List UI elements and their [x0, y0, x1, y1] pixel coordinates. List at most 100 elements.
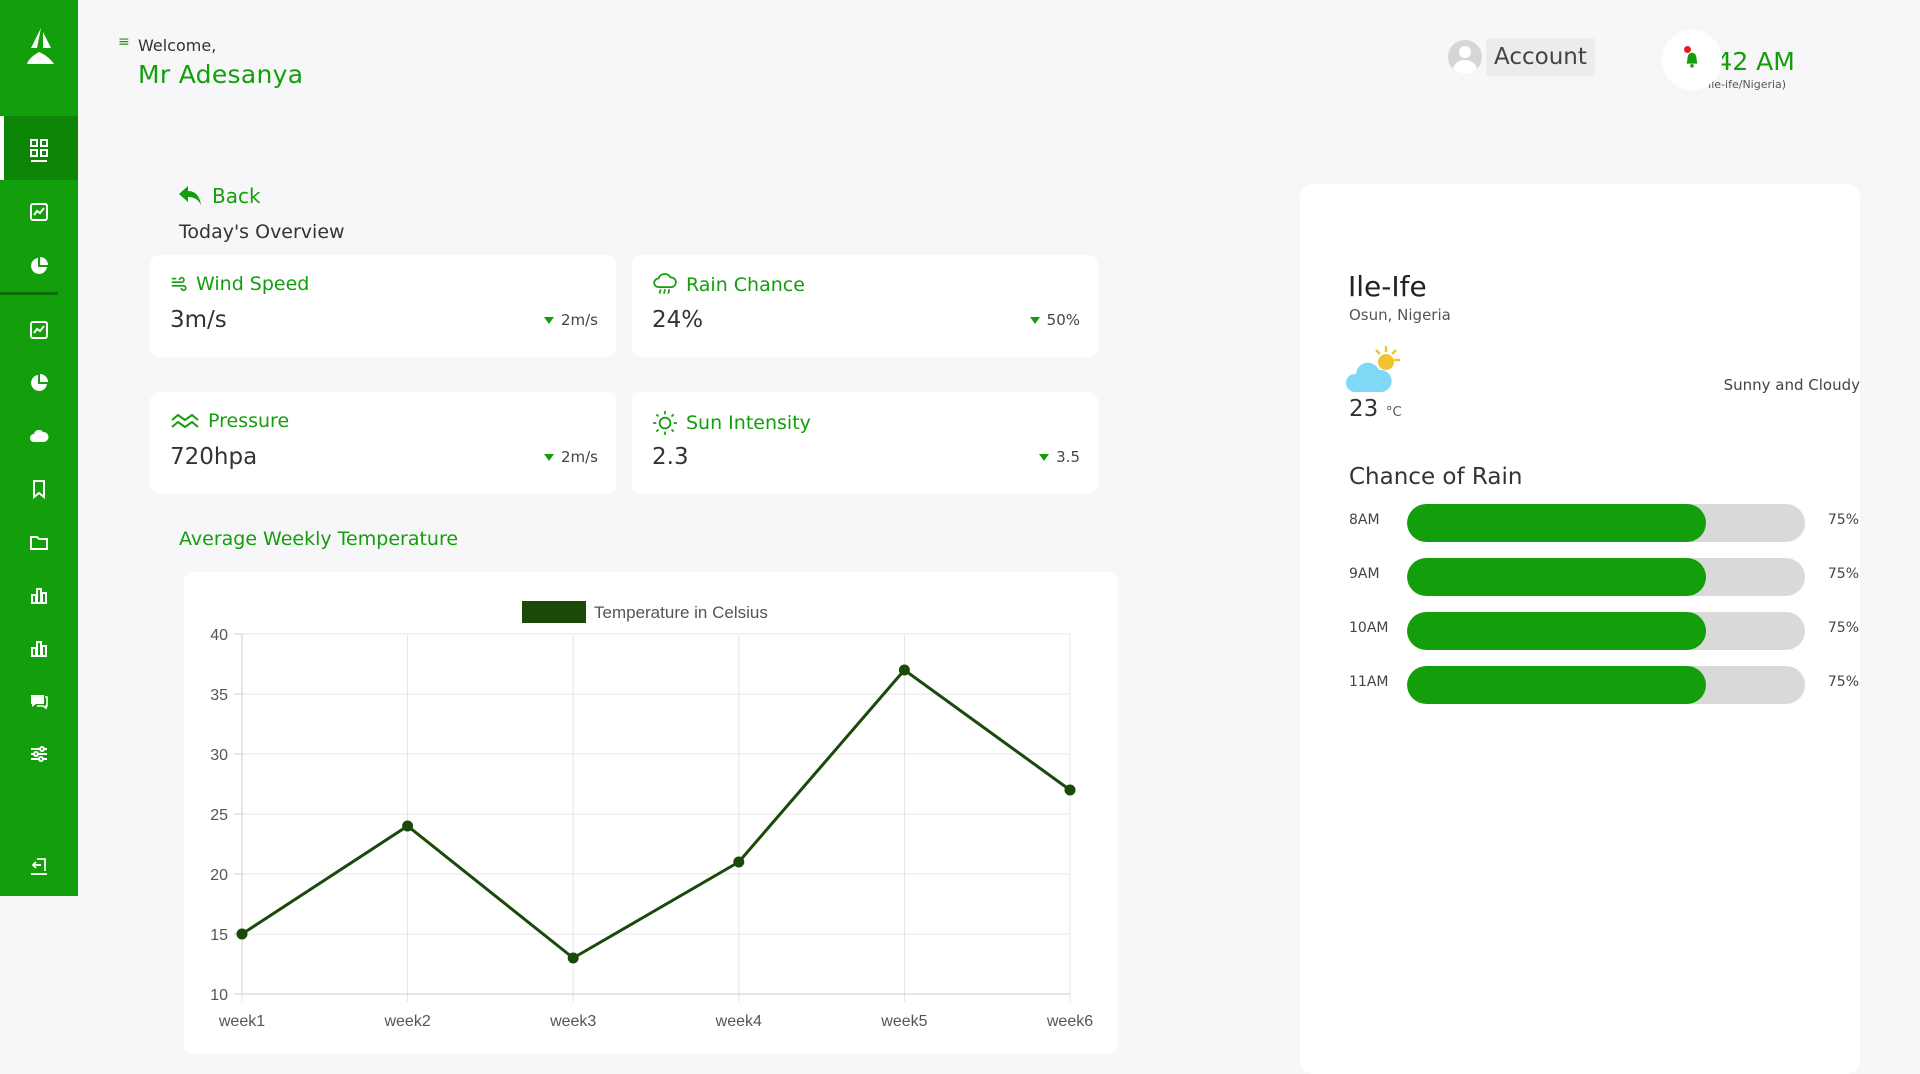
- wind-icon: [171, 276, 187, 292]
- back-button[interactable]: Back: [178, 184, 261, 208]
- sidebar-item-dashboard[interactable]: [0, 116, 78, 180]
- down-arrow-icon: [1029, 316, 1040, 324]
- wind-speed-card: Wind Speed 3m/s 2m/s: [150, 255, 616, 357]
- hamburger-menu-icon[interactable]: ≡: [118, 34, 130, 50]
- down-arrow-icon: [1039, 453, 1050, 461]
- chat-icon: [31, 695, 48, 710]
- data-point: [898, 664, 910, 676]
- card-value: 24%: [652, 307, 704, 333]
- rain-row: 11AM 75%: [1349, 664, 1859, 704]
- down-arrow-icon: [543, 453, 554, 461]
- chart-section-title: Average Weekly Temperature: [179, 528, 459, 550]
- data-point: [402, 820, 414, 832]
- city-name: Ile-Ife: [1348, 270, 1427, 303]
- account-label: Account: [1486, 38, 1595, 76]
- logout-icon: [31, 858, 47, 875]
- rain-row: 10AM 75%: [1349, 610, 1859, 650]
- sidebar-item-charts[interactable]: [0, 575, 78, 615]
- card-delta: 50%: [1029, 311, 1080, 329]
- avatar: [1448, 40, 1482, 74]
- sidebar-divider: [0, 292, 58, 295]
- sidebar-item-analytics[interactable]: [0, 192, 78, 232]
- rain-hour: 10AM: [1349, 620, 1389, 636]
- sidebar-item-trends[interactable]: [0, 310, 78, 350]
- y-tick-label: 35: [210, 687, 228, 704]
- down-arrow-icon: [543, 316, 554, 324]
- y-tick-label: 40: [210, 627, 228, 644]
- sidebar-item-weather[interactable]: [0, 416, 78, 456]
- legend-label: Temperature in Celsius: [594, 603, 768, 622]
- rain-progress-track: [1407, 666, 1805, 704]
- bookmark-icon: [33, 480, 45, 499]
- app-logo: [24, 26, 58, 68]
- rain-cloud-icon: [653, 273, 677, 294]
- overview-title: Today's Overview: [179, 221, 345, 243]
- rain-row: 8AM 75%: [1349, 502, 1859, 542]
- y-tick-label: 10: [210, 987, 228, 1004]
- bell-icon: [1686, 52, 1698, 68]
- rain-chance-card: Rain Chance 24% 50%: [632, 255, 1098, 357]
- card-title: Sun Intensity: [686, 412, 811, 434]
- rain-chance-title: Chance of Rain: [1349, 464, 1523, 490]
- region-name: Osun, Nigeria: [1349, 306, 1451, 324]
- card-delta: 2m/s: [543, 448, 598, 466]
- sun-cloud-icon: [1345, 342, 1406, 402]
- rain-percent: 75%: [1827, 674, 1859, 690]
- x-tick-label: week5: [880, 1013, 927, 1030]
- sidebar-item-settings[interactable]: [0, 734, 78, 774]
- pressure-card: Pressure 720hpa 2m/s: [150, 392, 616, 494]
- sidebar-item-reports[interactable]: [0, 246, 78, 286]
- y-tick-label: 30: [210, 747, 228, 764]
- location-weather-panel: Ile-Ife Osun, Nigeria 23 °C Sunny and Cl…: [1300, 184, 1860, 1074]
- sun-icon: [653, 411, 677, 435]
- clock-location: Ile-ife/Nigeria): [1708, 78, 1787, 91]
- notification-dot: [1684, 46, 1691, 53]
- line-chart-icon: [30, 203, 48, 221]
- rain-hour: 9AM: [1349, 566, 1380, 582]
- sliders-icon: [31, 746, 47, 762]
- weather-condition: Sunny and Cloudy: [1723, 376, 1860, 394]
- legend-swatch: [522, 601, 586, 623]
- sidebar-item-messages[interactable]: [0, 681, 78, 721]
- rain-progress-track: [1407, 558, 1805, 596]
- line-chart-icon: [30, 321, 48, 339]
- temperature-chart-card: 10 15 20 25 30 35 40 week1 week2 week3 week4 week5 w…: [184, 572, 1118, 1054]
- temperature-unit: °C: [1386, 405, 1402, 420]
- x-tick-label: week3: [549, 1013, 596, 1030]
- data-point: [1064, 784, 1076, 796]
- sidebar-item-logout[interactable]: [0, 846, 78, 886]
- user-name: Mr Adesanya: [138, 60, 304, 89]
- temperature-line-chart: 10 15 20 25 30 35 40 week1 week2 week3 week4 week5 w…: [210, 601, 1093, 1030]
- data-point: [236, 928, 248, 940]
- sidebar-item-files[interactable]: [0, 522, 78, 562]
- account-button[interactable]: Account: [1448, 38, 1595, 76]
- card-value: 2.3: [652, 444, 689, 470]
- x-tick-label: week6: [1046, 1013, 1093, 1030]
- card-value: 3m/s: [170, 307, 227, 333]
- rain-progress-fill: [1407, 504, 1706, 542]
- welcome-text: Welcome,: [138, 36, 217, 55]
- rain-percent: 75%: [1827, 512, 1859, 528]
- card-title: Pressure: [208, 410, 290, 432]
- sidebar-item-statistics[interactable]: [0, 363, 78, 403]
- waves-icon: [171, 413, 199, 429]
- cloud-icon: [30, 429, 49, 442]
- card-delta: 2m/s: [543, 311, 598, 329]
- sidebar-item-saved[interactable]: [0, 469, 78, 509]
- dashboard-grid-icon: [30, 139, 48, 157]
- sidebar-item-metrics[interactable]: [0, 628, 78, 668]
- folder-icon: [30, 536, 48, 550]
- rain-hour: 8AM: [1349, 512, 1380, 528]
- y-tick-label: 15: [210, 927, 228, 944]
- sidebar: [0, 0, 78, 896]
- card-title: Wind Speed: [196, 273, 310, 295]
- notification-button[interactable]: [1662, 30, 1722, 90]
- y-tick-label: 25: [210, 807, 228, 824]
- pie-chart-icon: [31, 374, 48, 391]
- card-delta: 3.5: [1039, 448, 1080, 466]
- x-tick-label: week2: [383, 1013, 430, 1030]
- pie-chart-icon: [31, 257, 48, 274]
- rain-progress-fill: [1407, 612, 1706, 650]
- rain-progress-track: [1407, 612, 1805, 650]
- rain-progress-fill: [1407, 558, 1706, 596]
